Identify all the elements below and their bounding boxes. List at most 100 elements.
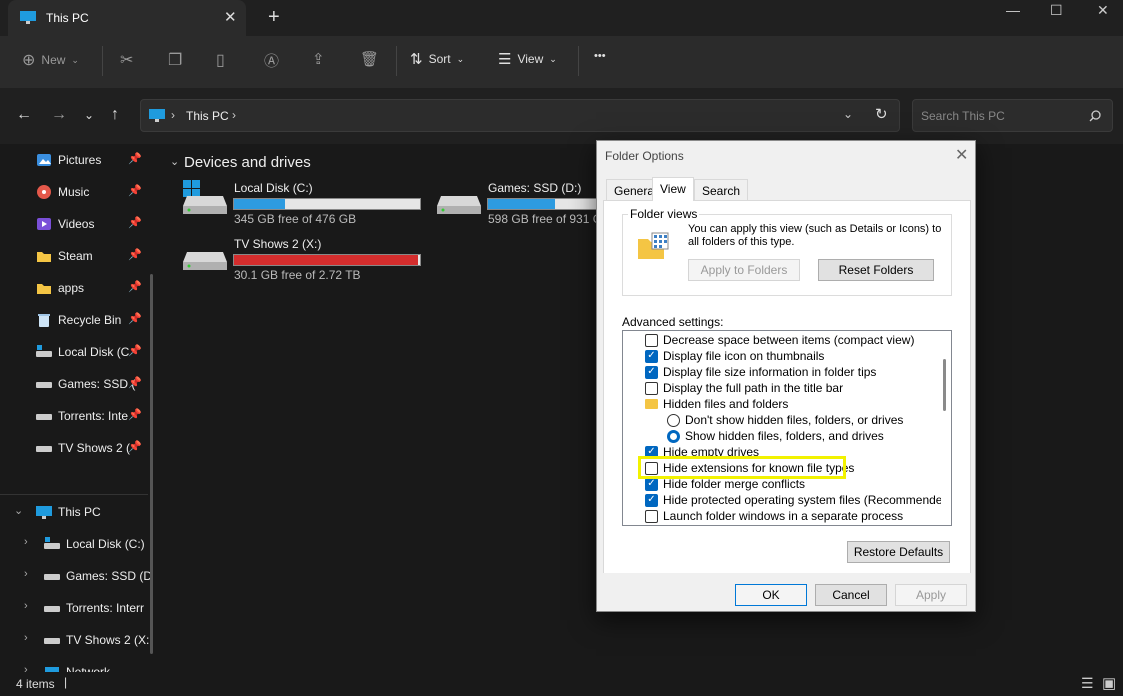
- checkbox[interactable]: [645, 493, 658, 507]
- chevron-right-icon[interactable]: ›: [24, 536, 28, 548]
- up-arrow-icon[interactable]: ↑: [111, 106, 119, 124]
- pin-icon[interactable]: 📌: [128, 280, 142, 293]
- apply-to-folders-button[interactable]: Apply to Folders: [688, 259, 800, 281]
- reset-folders-button[interactable]: Reset Folders: [818, 259, 934, 281]
- settings-option[interactable]: Display the full path in the title bar: [645, 380, 951, 396]
- restore-defaults-button[interactable]: Restore Defaults: [847, 541, 950, 563]
- cancel-button[interactable]: Cancel: [815, 584, 887, 606]
- chevron-right-icon[interactable]: ›: [24, 600, 28, 612]
- checkbox[interactable]: [645, 381, 658, 395]
- toolbar-divider: [102, 46, 103, 76]
- new-button[interactable]: ⊕ New ⌄: [22, 50, 79, 70]
- sidebar-item[interactable]: Videos 📌: [0, 208, 150, 240]
- sidebar-item[interactable]: Torrents: Inte 📌: [0, 400, 150, 432]
- paste-icon[interactable]: ▯: [216, 50, 225, 70]
- drive-usage-fill: [234, 255, 418, 265]
- sort-button[interactable]: ⇅ Sort ⌄: [410, 50, 464, 68]
- scrollbar-thumb[interactable]: [943, 359, 946, 411]
- share-icon[interactable]: ⇪: [312, 50, 325, 68]
- breadcrumb-separator-icon[interactable]: ›: [232, 108, 236, 122]
- settings-option[interactable]: Hide protected operating system files (R…: [645, 492, 951, 508]
- pin-icon[interactable]: 📌: [128, 312, 142, 325]
- chevron-right-icon[interactable]: ›: [24, 632, 28, 644]
- sidebar-item[interactable]: apps 📌: [0, 272, 150, 304]
- address-dropdown-icon[interactable]: ⌄: [843, 107, 853, 121]
- settings-option[interactable]: Decrease space between items (compact vi…: [645, 332, 951, 348]
- minimize-button[interactable]: —: [1006, 2, 1020, 18]
- search-icon[interactable]: [1089, 110, 1101, 122]
- pin-icon[interactable]: 📌: [128, 344, 142, 357]
- tab-this-pc[interactable]: [8, 0, 246, 36]
- copy-icon[interactable]: ❐: [168, 50, 182, 70]
- search-box[interactable]: Search This PC: [912, 99, 1113, 132]
- tree-item[interactable]: › TV Shows 2 (X:: [0, 624, 150, 656]
- tree-item[interactable]: › Local Disk (C:): [0, 528, 150, 560]
- pin-icon[interactable]: 📌: [128, 440, 142, 453]
- chevron-right-icon[interactable]: ›: [24, 664, 28, 672]
- radio-button[interactable]: [667, 413, 680, 427]
- close-icon[interactable]: ✕: [955, 145, 968, 165]
- tree-item[interactable]: › Torrents: Interr: [0, 592, 150, 624]
- sidebar-item[interactable]: Games: SSD ( 📌: [0, 368, 150, 400]
- apply-button[interactable]: Apply: [895, 584, 967, 606]
- sidebar-item[interactable]: Recycle Bin 📌: [0, 304, 150, 336]
- close-window-button[interactable]: ✕: [1097, 2, 1109, 19]
- checkbox[interactable]: [645, 477, 658, 491]
- details-view-icon[interactable]: ☰: [1081, 675, 1094, 692]
- pin-icon[interactable]: 📌: [128, 152, 142, 165]
- checkbox[interactable]: [645, 365, 658, 379]
- pin-icon[interactable]: 📌: [128, 408, 142, 421]
- tiles-view-icon[interactable]: ▣: [1102, 674, 1116, 692]
- sidebar-item[interactable]: Pictures 📌: [0, 144, 150, 176]
- forward-arrow-icon[interactable]: →: [51, 106, 67, 124]
- settings-option[interactable]: Display file icon on thumbnails: [645, 348, 951, 364]
- settings-option[interactable]: Launch folder windows in a separate proc…: [645, 508, 951, 524]
- pin-icon[interactable]: 📌: [128, 184, 142, 197]
- checkbox[interactable]: [645, 509, 658, 523]
- tree-item[interactable]: ⌄ This PC: [0, 496, 150, 528]
- sidebar-item[interactable]: TV Shows 2 ( 📌: [0, 432, 150, 464]
- sidebar-item[interactable]: Music 📌: [0, 176, 150, 208]
- sidebar-item[interactable]: Local Disk (C 📌: [0, 336, 150, 368]
- status-separator: |: [64, 675, 68, 689]
- drive-tile[interactable]: TV Shows 2 (X:) 30.1 GB free of 2.72 TB: [183, 236, 433, 286]
- settings-option[interactable]: Don't show hidden files, folders, or dri…: [667, 412, 951, 428]
- local-disk-icon: [44, 537, 60, 549]
- breadcrumb[interactable]: This PC: [186, 109, 229, 123]
- recent-locations-icon[interactable]: ⌄: [84, 108, 94, 122]
- pin-icon[interactable]: 📌: [128, 216, 142, 229]
- tab-view[interactable]: View: [652, 177, 694, 201]
- sidebar-item[interactable]: Steam 📌: [0, 240, 150, 272]
- tab-search[interactable]: Search: [694, 179, 749, 200]
- settings-option[interactable]: Display file size information in folder …: [645, 364, 951, 380]
- refresh-icon[interactable]: ↻: [875, 105, 888, 123]
- more-options-button[interactable]: •••: [594, 50, 606, 62]
- checkbox[interactable]: [645, 333, 658, 347]
- settings-option[interactable]: Show hidden files, folders, and drives: [667, 428, 951, 444]
- chevron-down-icon[interactable]: ⌄: [14, 504, 23, 517]
- drive-tile[interactable]: Local Disk (C:) 345 GB free of 476 GB: [183, 180, 433, 230]
- sidebar-scrollbar[interactable]: [150, 274, 153, 654]
- advanced-settings-list[interactable]: Decrease space between items (compact vi…: [622, 330, 952, 526]
- search-input[interactable]: Search This PC: [921, 109, 1005, 123]
- new-tab-button[interactable]: +: [268, 6, 280, 29]
- tree-item[interactable]: › Network: [0, 656, 150, 672]
- checkbox[interactable]: [645, 349, 658, 363]
- address-bar[interactable]: › This PC › ⌄ ↻: [140, 99, 900, 132]
- maximize-button[interactable]: ☐: [1050, 2, 1063, 19]
- ok-button[interactable]: OK: [735, 584, 807, 606]
- sort-icon: ⇅: [410, 51, 423, 68]
- delete-icon[interactable]: 🗑: [360, 50, 379, 68]
- pin-icon[interactable]: 📌: [128, 248, 142, 261]
- tree-item[interactable]: › Games: SSD (D: [0, 560, 150, 592]
- close-tab-icon[interactable]: ✕: [224, 8, 237, 26]
- radio-button[interactable]: [667, 429, 680, 443]
- back-arrow-icon[interactable]: ←: [16, 106, 32, 124]
- settings-option[interactable]: Hidden files and folders: [645, 396, 951, 412]
- rename-icon[interactable]: Ⓐ: [264, 50, 279, 71]
- cut-icon[interactable]: ✂: [120, 50, 133, 70]
- pin-icon[interactable]: 📌: [128, 376, 142, 389]
- chevron-right-icon[interactable]: ›: [24, 568, 28, 580]
- view-button[interactable]: ☰ View ⌄: [498, 50, 557, 68]
- collapse-section-icon[interactable]: ⌄: [170, 155, 179, 168]
